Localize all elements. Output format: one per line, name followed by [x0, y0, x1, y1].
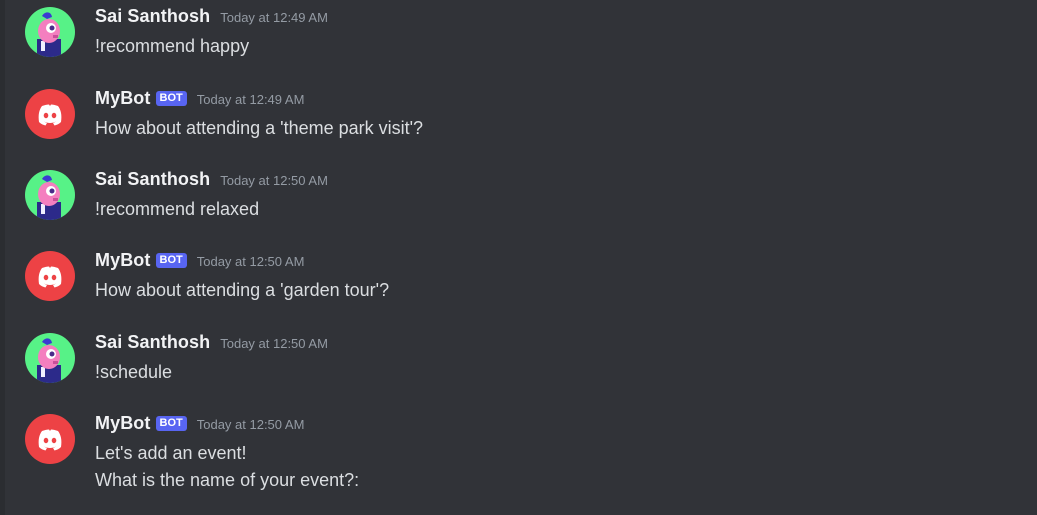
author-name[interactable]: Sai Santhosh: [95, 6, 210, 27]
discord-logo-icon[interactable]: [25, 414, 75, 464]
message[interactable]: Sai Santhosh Today at 12:49 AM !recommen…: [0, 0, 1037, 60]
author-name[interactable]: MyBot: [95, 88, 151, 109]
message-timestamp: Today at 12:50 AM: [220, 336, 328, 351]
message-content: How about attending a 'garden tour'?: [95, 277, 389, 304]
message-line: How about attending a 'theme park visit'…: [95, 118, 424, 138]
message[interactable]: Sai Santhosh Today at 12:50 AM !schedule: [0, 326, 1037, 386]
discord-logo-icon[interactable]: [25, 89, 75, 139]
message-timestamp: Today at 12:50 AM: [220, 173, 328, 188]
message-timestamp: Today at 12:49 AM: [220, 10, 328, 25]
user-avatar-icon[interactable]: [25, 170, 75, 220]
bot-tag: BOT: [155, 91, 187, 106]
message-content: Let's add an event! What is the name of …: [95, 440, 359, 494]
user-avatar-icon[interactable]: [25, 7, 75, 57]
message-line: What is the name of your event?:: [95, 470, 360, 490]
message-line: How about attending a 'garden tour'?: [95, 280, 390, 300]
message-content: !schedule: [95, 359, 172, 386]
message[interactable]: MyBot BOT Today at 12:49 AM How about at…: [0, 82, 1037, 142]
message-line: !recommend relaxed: [95, 199, 260, 219]
bot-tag: BOT: [155, 253, 187, 268]
message-content: !recommend relaxed: [95, 196, 259, 223]
message-timestamp: Today at 12:50 AM: [196, 254, 305, 269]
message-timestamp: Today at 12:49 AM: [196, 92, 305, 107]
message[interactable]: MyBot BOT Today at 12:50 AM How about at…: [0, 244, 1037, 304]
author-name[interactable]: Sai Santhosh: [95, 332, 210, 353]
message-line: !recommend happy: [95, 36, 250, 56]
author-name[interactable]: MyBot: [95, 413, 151, 434]
message-line: !schedule: [95, 362, 173, 382]
bot-tag: BOT: [155, 416, 187, 431]
user-avatar-icon[interactable]: [25, 333, 75, 383]
author-name[interactable]: Sai Santhosh: [95, 169, 210, 190]
message-timestamp: Today at 12:50 AM: [196, 417, 305, 432]
author-name[interactable]: MyBot: [95, 250, 151, 271]
message[interactable]: Sai Santhosh Today at 12:50 AM !recommen…: [0, 163, 1037, 223]
message-line: Let's add an event!: [95, 443, 247, 463]
message-content: How about attending a 'theme park visit'…: [95, 115, 423, 142]
message[interactable]: MyBot BOT Today at 12:50 AM Let's add an…: [0, 407, 1037, 507]
message-content: !recommend happy: [95, 33, 249, 60]
discord-logo-icon[interactable]: [25, 251, 75, 301]
